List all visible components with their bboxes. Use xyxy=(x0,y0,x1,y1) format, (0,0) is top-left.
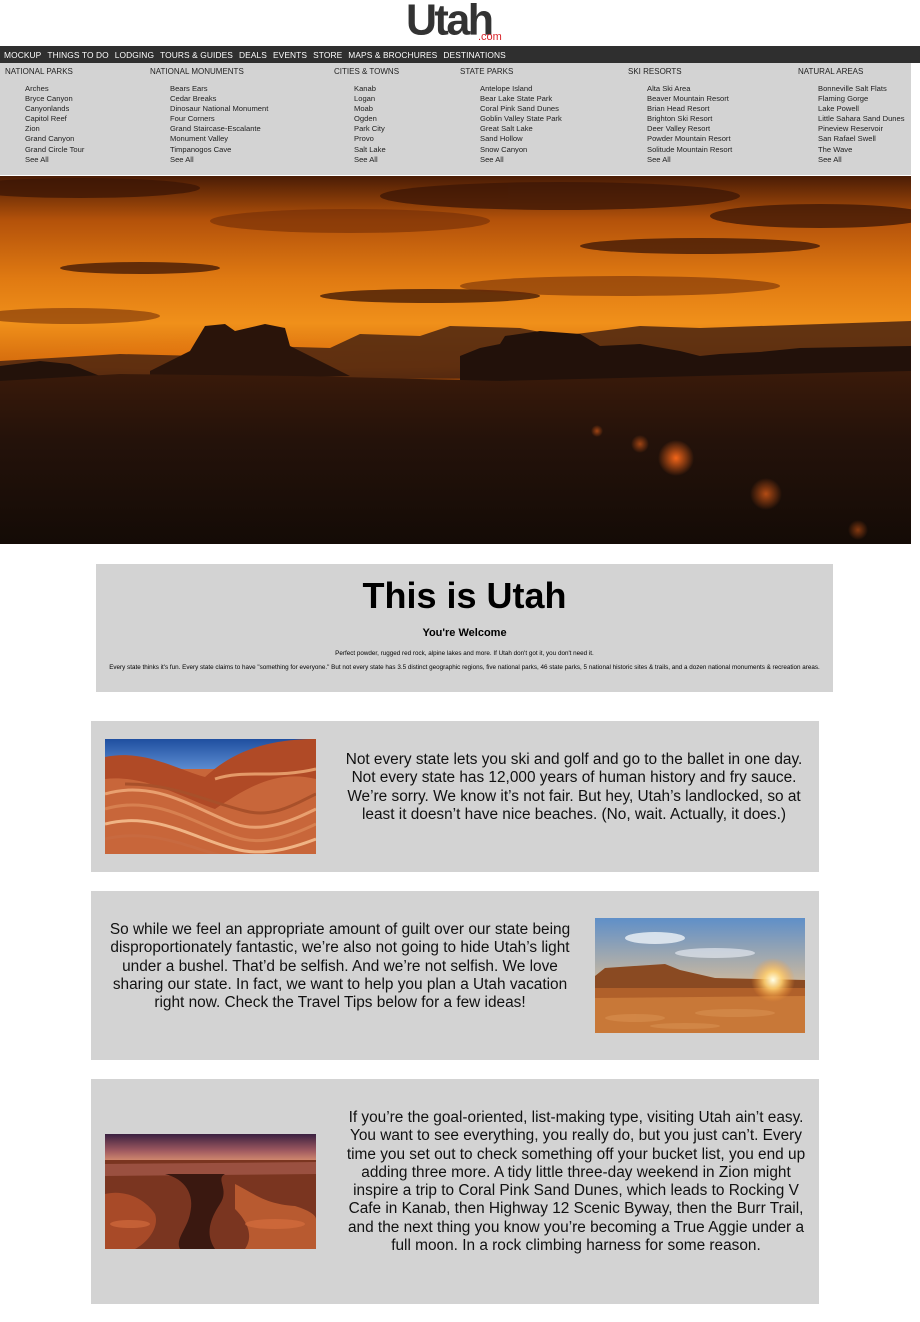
menu-column-title: CITIES & TOWNS xyxy=(334,67,400,76)
site-logo-domain: .com xyxy=(478,31,502,43)
menu-link[interactable]: Pineview Reservoir xyxy=(818,124,883,133)
menu-link[interactable]: Monument Valley xyxy=(170,134,228,143)
nav-tours-guides[interactable]: TOURS & GUIDES xyxy=(160,50,233,60)
main-nav: MOCKUP THINGS TO DO LODGING TOURS & GUID… xyxy=(0,46,920,63)
menu-link[interactable]: Provo xyxy=(354,134,374,143)
content-card-3: If you’re the goal-oriented, list-making… xyxy=(91,1079,819,1304)
the-wave-photo xyxy=(105,739,316,854)
menu-column-ski-resorts: SKI RESORTS Alta Ski Area Beaver Mountai… xyxy=(628,67,732,165)
desert-sunrise-photo xyxy=(595,918,805,1033)
menu-link[interactable]: Coral Pink Sand Dunes xyxy=(480,104,559,113)
menu-link[interactable]: Bonneville Salt Flats xyxy=(818,84,887,93)
menu-link[interactable]: Great Salt Lake xyxy=(480,124,533,133)
menu-link[interactable]: Bryce Canyon xyxy=(25,94,73,103)
menu-link[interactable]: Canyonlands xyxy=(25,104,69,113)
hero-landscape-illustration xyxy=(0,178,911,544)
menu-link[interactable]: Alta Ski Area xyxy=(647,84,690,93)
menu-column-title: NATIONAL MONUMENTS xyxy=(150,67,244,76)
menu-link[interactable]: Lake Powell xyxy=(818,104,859,113)
nav-lodging[interactable]: LODGING xyxy=(115,50,154,60)
menu-column-national-monuments: NATIONAL MONUMENTS Bears Ears Cedar Brea… xyxy=(150,67,268,165)
menu-column-title: STATE PARKS xyxy=(460,67,514,76)
menu-link[interactable]: Cedar Breaks xyxy=(170,94,216,103)
desert-sunrise-illustration xyxy=(595,918,805,1033)
menu-link[interactable]: Beaver Mountain Resort xyxy=(647,94,729,103)
the-wave-illustration xyxy=(105,739,316,854)
menu-link[interactable]: Antelope Island xyxy=(480,84,532,93)
card-3-text: If you’re the goal-oriented, list-making… xyxy=(346,1109,806,1255)
canyonlands-photo xyxy=(105,1134,316,1249)
card-2-text: So while we feel an appropriate amount o… xyxy=(109,921,571,1012)
menu-link[interactable]: Deer Valley Resort xyxy=(647,124,710,133)
menu-column-title: NATURAL AREAS xyxy=(798,67,864,76)
menu-link[interactable]: Moab xyxy=(354,104,373,113)
menu-link[interactable]: Logan xyxy=(354,94,375,103)
card-1-text: Not every state lets you ski and golf an… xyxy=(345,751,803,823)
menu-column-natural-areas: NATURAL AREAS Bonneville Salt Flats Flam… xyxy=(798,67,905,165)
nav-things-to-do[interactable]: THINGS TO DO xyxy=(47,50,108,60)
menu-link-see-all[interactable]: See All xyxy=(818,155,842,164)
hero-sunset-image xyxy=(0,176,911,544)
menu-link[interactable]: Goblin Valley State Park xyxy=(480,114,562,123)
menu-link[interactable]: Snow Canyon xyxy=(480,145,527,154)
menu-column-title: NATIONAL PARKS xyxy=(5,67,73,76)
menu-link[interactable]: Four Corners xyxy=(170,114,215,123)
menu-link[interactable]: Park City xyxy=(354,124,385,133)
menu-link[interactable]: Timpanogos Cave xyxy=(170,145,231,154)
content-card-2: So while we feel an appropriate amount o… xyxy=(91,891,819,1060)
nav-mockup[interactable]: MOCKUP xyxy=(4,50,41,60)
menu-link[interactable]: Kanab xyxy=(354,84,376,93)
menu-link[interactable]: San Rafael Swell xyxy=(818,134,876,143)
nav-deals[interactable]: DEALS xyxy=(239,50,267,60)
menu-link[interactable]: Bear Lake State Park xyxy=(480,94,552,103)
nav-maps-brochures[interactable]: MAPS & BROCHURES xyxy=(348,50,437,60)
destinations-menu: NATIONAL PARKS Arches Bryce Canyon Canyo… xyxy=(0,63,911,175)
menu-link-see-all[interactable]: See All xyxy=(354,155,378,164)
menu-link[interactable]: Little Sahara Sand Dunes xyxy=(818,114,905,123)
intro-section: This is Utah You're Welcome Perfect powd… xyxy=(96,564,833,692)
menu-link[interactable]: Ogden xyxy=(354,114,377,123)
menu-link[interactable]: Grand Staircase-Escalante xyxy=(170,124,261,133)
menu-link[interactable]: Solitude Mountain Resort xyxy=(647,145,732,154)
menu-column-title: SKI RESORTS xyxy=(628,67,682,76)
menu-link[interactable]: Salt Lake xyxy=(354,145,386,154)
header: Utah .com xyxy=(0,0,920,46)
menu-link[interactable]: Arches xyxy=(25,84,49,93)
page-subtitle: You're Welcome xyxy=(422,627,507,639)
menu-link[interactable]: Powder Mountain Resort xyxy=(647,134,731,143)
menu-link-see-all[interactable]: See All xyxy=(480,155,504,164)
content-card-1: Not every state lets you ski and golf an… xyxy=(91,721,819,872)
menu-link[interactable]: Capitol Reef xyxy=(25,114,67,123)
menu-column-state-parks: STATE PARKS Antelope Island Bear Lake St… xyxy=(460,67,562,165)
menu-link[interactable]: Grand Canyon xyxy=(25,134,74,143)
intro-tagline: Perfect powder, rugged red rock, alpine … xyxy=(335,650,594,657)
menu-link[interactable]: Zion xyxy=(25,124,40,133)
canyonlands-illustration xyxy=(105,1134,316,1249)
menu-link[interactable]: Flaming Gorge xyxy=(818,94,868,103)
menu-link[interactable]: Brighton Ski Resort xyxy=(647,114,712,123)
menu-link[interactable]: Bears Ears xyxy=(170,84,208,93)
menu-link[interactable]: The Wave xyxy=(818,145,852,154)
menu-link[interactable]: Sand Hollow xyxy=(480,134,523,143)
menu-link[interactable]: Grand Circle Tour xyxy=(25,145,84,154)
menu-link[interactable]: Dinosaur National Monument xyxy=(170,104,268,113)
menu-link-see-all[interactable]: See All xyxy=(647,155,671,164)
menu-link-see-all[interactable]: See All xyxy=(170,155,194,164)
nav-destinations[interactable]: DESTINATIONS xyxy=(443,50,505,60)
menu-link[interactable]: Brian Head Resort xyxy=(647,104,709,113)
intro-paragraph: Every state thinks it's fun. Every state… xyxy=(109,664,820,671)
menu-link-see-all[interactable]: See All xyxy=(25,155,49,164)
nav-store[interactable]: STORE xyxy=(313,50,342,60)
page-title: This is Utah xyxy=(362,575,567,616)
nav-events[interactable]: EVENTS xyxy=(273,50,307,60)
menu-column-cities-towns: CITIES & TOWNS Kanab Logan Moab Ogden Pa… xyxy=(334,67,399,165)
menu-column-national-parks: NATIONAL PARKS Arches Bryce Canyon Canyo… xyxy=(5,67,84,165)
